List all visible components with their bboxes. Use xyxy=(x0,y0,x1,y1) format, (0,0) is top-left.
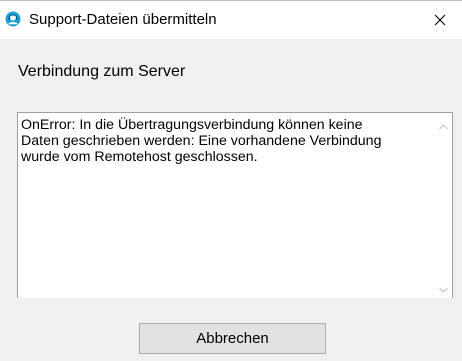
close-icon xyxy=(434,14,446,26)
error-message: OnError: In die Übertragungsverbindung k… xyxy=(21,117,382,165)
title-bar[interactable]: Support-Dateien übermitteln xyxy=(0,1,462,39)
message-textarea[interactable]: OnError: In die Übertragungsverbindung k… xyxy=(17,112,453,298)
dialog-window: Support-Dateien übermitteln Verbindung z… xyxy=(0,0,462,361)
window-title: Support-Dateien übermitteln xyxy=(29,11,217,28)
scroll-down-button[interactable] xyxy=(435,281,452,298)
support-agent-icon xyxy=(5,11,21,27)
cancel-button[interactable]: Abbrechen xyxy=(139,323,326,354)
section-heading: Verbindung zum Server xyxy=(18,63,186,80)
chevron-up-icon xyxy=(439,123,448,129)
chevron-down-icon xyxy=(439,287,448,293)
vertical-scrollbar[interactable] xyxy=(435,113,452,298)
scroll-up-button[interactable] xyxy=(435,118,452,135)
close-button[interactable] xyxy=(418,1,462,39)
